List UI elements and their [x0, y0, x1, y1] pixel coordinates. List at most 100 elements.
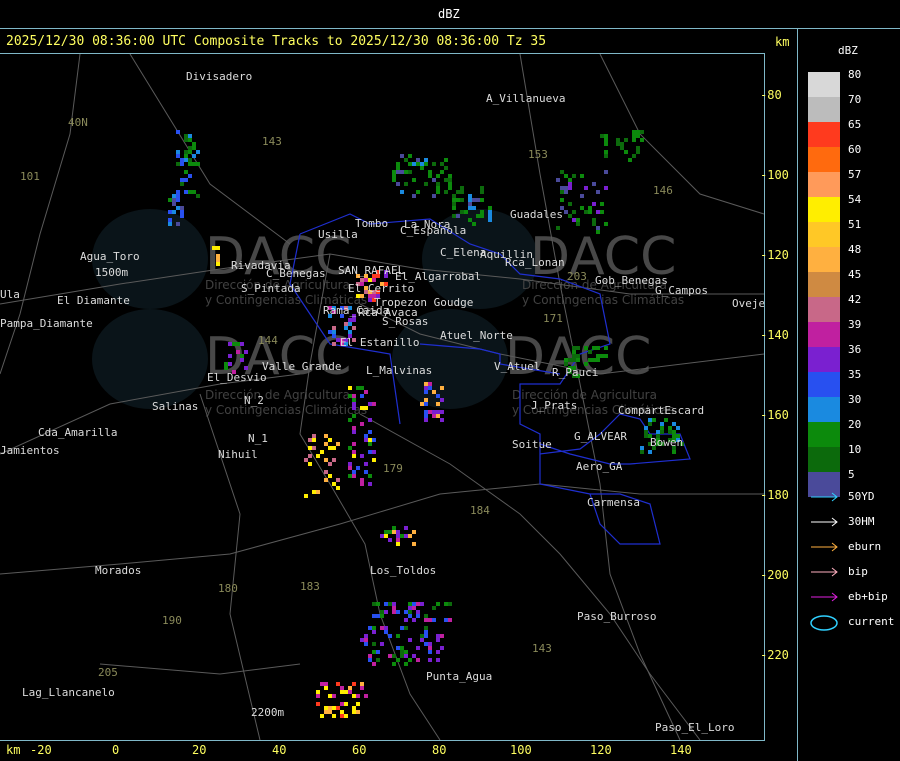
radar-echo-pixel	[424, 398, 428, 402]
radar-echo-pixel	[196, 194, 200, 198]
radar-echo-pixel	[364, 438, 368, 442]
radar-echo-pixel	[404, 650, 408, 654]
radar-echo-pixel	[348, 418, 352, 422]
radar-echo-pixel	[604, 154, 608, 158]
radar-echo-pixel	[448, 602, 452, 606]
place-label: Usilla	[318, 228, 358, 241]
radar-echo-pixel	[360, 406, 364, 410]
radar-echo-pixel	[440, 386, 444, 390]
radar-echo-pixel	[384, 610, 388, 614]
radar-echo-pixel	[372, 450, 376, 454]
radar-echo-pixel	[384, 630, 388, 634]
radar-echo-pixel	[352, 426, 356, 430]
radar-echo-pixel	[392, 662, 396, 666]
radar-echo-pixel	[432, 410, 436, 414]
radar-echo-pixel	[628, 158, 632, 162]
radar-echo-pixel	[352, 450, 356, 454]
radar-echo-pixel	[184, 150, 188, 154]
radar-echo-pixel	[364, 390, 368, 394]
radar-echo-pixel	[408, 170, 412, 174]
x-tick-label: 140	[670, 743, 692, 757]
radar-echo-pixel	[636, 134, 640, 138]
radar-echo-pixel	[568, 182, 572, 186]
x-axis-unit: km	[6, 743, 21, 757]
place-label: Lag_Llancanelo	[22, 686, 115, 699]
radar-echo-pixel	[320, 714, 324, 718]
radar-echo-pixel	[560, 170, 564, 174]
radar-echo-pixel	[332, 714, 336, 718]
radar-echo-pixel	[576, 218, 580, 222]
radar-echo-pixel	[312, 438, 316, 442]
radar-echo-pixel	[596, 358, 600, 362]
radar-echo-pixel	[420, 162, 424, 166]
radar-echo-pixel	[308, 438, 312, 442]
radar-echo-pixel	[632, 138, 636, 142]
route-number-label: 153	[528, 148, 548, 161]
radar-map[interactable]: DACC Dirección de Agricultura y Continge…	[0, 54, 764, 740]
radar-echo-pixel	[308, 454, 312, 458]
legend-swatch-10	[808, 447, 840, 472]
track-legend-label: eburn	[848, 540, 882, 553]
radar-echo-pixel	[412, 194, 416, 198]
legend-swatch-70	[808, 97, 840, 122]
radar-echo-pixel	[324, 686, 328, 690]
radar-echo-pixel	[332, 706, 336, 710]
radar-echo-pixel	[444, 158, 448, 162]
radar-echo-pixel	[412, 178, 416, 182]
track-arrow-icon	[809, 589, 841, 603]
radar-echo-pixel	[368, 418, 372, 422]
radar-echo-pixel	[644, 426, 648, 430]
radar-echo-pixel	[588, 206, 592, 210]
radar-echo-pixel	[556, 178, 560, 182]
place-label: Morados	[95, 564, 141, 577]
radar-echo-pixel	[480, 198, 484, 202]
radar-echo-pixel	[408, 602, 412, 606]
radar-echo-pixel	[240, 358, 244, 362]
radar-echo-pixel	[168, 198, 172, 202]
radar-echo-pixel	[448, 178, 452, 182]
radar-echo-pixel	[604, 186, 608, 190]
radar-echo-pixel	[404, 662, 408, 666]
radar-echo-pixel	[384, 530, 388, 534]
radar-echo-pixel	[388, 602, 392, 606]
place-label: C_Benegas	[266, 267, 326, 280]
radar-echo-pixel	[392, 526, 396, 530]
radar-echo-pixel	[352, 430, 356, 434]
legend-label-60: 60	[848, 143, 862, 156]
radar-echo-pixel	[352, 406, 356, 410]
radar-echo-pixel	[428, 642, 432, 646]
radar-echo-pixel	[396, 534, 400, 538]
radar-echo-pixel	[400, 650, 404, 654]
radar-echo-pixel	[640, 130, 644, 134]
radar-echo-pixel	[616, 142, 620, 146]
radar-echo-pixel	[424, 402, 428, 406]
y-tick-label: -220	[760, 648, 789, 662]
radar-echo-pixel	[372, 458, 376, 462]
radar-echo-pixel	[344, 326, 348, 330]
radar-echo-pixel	[372, 662, 376, 666]
place-label: El Estanillo	[340, 336, 419, 349]
radar-echo-pixel	[576, 358, 580, 362]
radar-echo-pixel	[436, 650, 440, 654]
watermark-line2: y Contingencias Climáticas	[205, 403, 367, 417]
route-number-label: 171	[543, 312, 563, 325]
radar-echo-pixel	[308, 446, 312, 450]
radar-echo-pixel	[440, 410, 444, 414]
radar-echo-pixel	[596, 354, 600, 358]
radar-echo-pixel	[452, 194, 456, 198]
legend-swatch-45	[808, 272, 840, 297]
radar-echo-pixel	[236, 350, 240, 354]
radar-echo-pixel	[392, 654, 396, 658]
radar-echo-pixel	[564, 210, 568, 214]
legend-label-51: 51	[848, 218, 862, 231]
radar-echo-pixel	[424, 626, 428, 630]
radar-echo-pixel	[188, 162, 192, 166]
place-label: Pampa_Diamante	[0, 317, 93, 330]
radar-echo-pixel	[568, 358, 572, 362]
place-label: Jamientos	[0, 444, 60, 457]
legend-swatch-48	[808, 247, 840, 272]
window-title-bar: dBZ	[0, 0, 900, 29]
radar-echo-pixel	[428, 646, 432, 650]
radar-echo-pixel	[376, 614, 380, 618]
radar-echo-pixel	[344, 690, 348, 694]
